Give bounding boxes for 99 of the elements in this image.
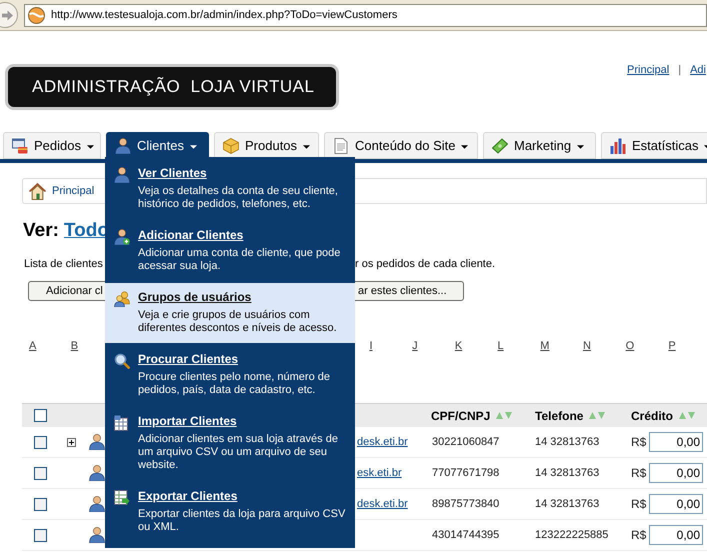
sort-arrows-icon (496, 412, 512, 419)
menu-item[interactable]: Importar Clientes Adicionar clientes em sua loja através de um arquivo CSV ou um arquivo de seu website. (105, 407, 355, 480)
menu-item-title: Exportar Clientes (138, 489, 238, 504)
menu-item-description: Procure clientes pelo nome, número de pedidos, país, data de cadastro, etc. (138, 371, 331, 397)
letter-link[interactable]: I (365, 338, 408, 352)
email-link[interactable]: desk.eti.br (357, 498, 408, 510)
letter-link[interactable]: P (664, 338, 707, 352)
table-cell-text: 43014744395 (432, 528, 500, 543)
checkbox[interactable] (34, 498, 47, 510)
nav-tab[interactable]: Pedidos (3, 132, 101, 159)
column-header: Crédito (631, 408, 673, 424)
letter-link[interactable]: J (408, 338, 451, 352)
nav-tab[interactable]: Conteúdo do Site (324, 132, 478, 159)
table-cell-text: 14 32813763 (535, 434, 600, 450)
header-link[interactable]: Principal (627, 62, 670, 78)
menu-item[interactable]: Ver Clientes Veja os detalhes da conta de seu cliente, histórico de pedidos, telefones, etc. (105, 159, 355, 219)
menu-item[interactable]: Grupos de usuários Veja e crie grupos de usuários com diferentes descontos e níveis de acesso. (105, 283, 355, 343)
currency-label: R$ (631, 527, 648, 544)
intro-text: r os pedidos de cada cliente. (355, 256, 496, 272)
caret-icon (577, 144, 584, 148)
table-cell-text: 14 32813763 (535, 466, 600, 481)
expand-icon[interactable] (67, 438, 76, 446)
menu-item-description: Exportar clientes da loja para arquivo CSV ou XML. (138, 508, 346, 534)
user-icon (115, 138, 131, 154)
breadcrumb-link[interactable]: Principal (52, 182, 94, 200)
currency-label: R$ (631, 465, 648, 482)
spreadsheet-icon (114, 490, 130, 506)
search-icon (114, 353, 130, 369)
email-link[interactable]: esk.eti.br (357, 466, 402, 479)
letter-link[interactable]: M (536, 338, 579, 352)
menu-item-title: Ver Clientes (138, 166, 208, 181)
table-cell-text: 30221060847 (432, 434, 500, 450)
user-add-icon (114, 229, 130, 245)
menu-item[interactable]: Adicionar Clientes Adicionar uma conta de cliente, que pode acessar sua loja. (105, 221, 355, 281)
credit-field[interactable]: 0,00 (649, 432, 703, 452)
table-cell-text: 89875773840 (432, 496, 500, 512)
banknote-icon (492, 138, 508, 154)
menu-item-description: Veja os detalhes da conta de seu cliente, histórico de pedidos, telefones, etc. (138, 185, 339, 211)
user-icon (89, 434, 105, 450)
table-cell-text: 123222225885 (535, 528, 610, 543)
nav-tab[interactable]: Estatísticas (601, 132, 707, 159)
separator: | (678, 63, 682, 78)
checkbox[interactable] (34, 409, 47, 422)
menu-item[interactable]: Exportar Clientes Exportar clientes da loja para arquivo CSV ou XML. (105, 482, 355, 542)
table-cell-text: 14 32813763 (535, 496, 600, 512)
url-text: http://www.testesualoja.com.br/admin/index.php?ToDo=viewCustomers (51, 8, 398, 23)
letter-link[interactable]: N (578, 338, 622, 352)
credit-field[interactable]: 0,00 (649, 494, 703, 514)
checkbox[interactable] (34, 436, 47, 448)
credit-field[interactable]: 0,00 (649, 525, 703, 545)
forward-arrow-icon (2, 10, 13, 20)
table-icon (114, 415, 130, 431)
menu-item-title: Procurar Clientes (138, 352, 240, 367)
letter-link[interactable]: O (622, 338, 664, 352)
header-link[interactable]: Adi (690, 62, 706, 78)
caret-icon (86, 144, 94, 148)
letter-link[interactable]: L (494, 338, 536, 352)
menu-item-title: Importar Clientes (138, 414, 238, 429)
email-link[interactable]: desk.eti.br (357, 436, 408, 448)
caret-icon (190, 144, 197, 148)
nav-tab[interactable]: Marketing (483, 132, 596, 159)
home-icon (29, 182, 46, 200)
checkbox[interactable] (34, 528, 47, 542)
letter-link[interactable]: B (64, 338, 106, 352)
menu-item-title: Adicionar Clientes (138, 228, 244, 243)
letter-link[interactable]: A (22, 338, 64, 352)
logo: ADMINISTRAÇÃO LOJA VIRTUAL (5, 64, 339, 110)
letter-link[interactable]: K (450, 338, 494, 352)
sort-arrows-icon (679, 412, 695, 419)
user-icon (89, 496, 105, 512)
caret-icon (461, 144, 468, 148)
sort-arrows-icon (589, 412, 606, 419)
user-icon (114, 167, 130, 183)
user-group-icon (114, 291, 130, 307)
globe-icon (28, 6, 45, 24)
menu-item-description: Adicionar clientes em sua loja através de um arquivo CSV ou um arquivo de seu website. (138, 433, 339, 472)
caret-icon (303, 144, 310, 148)
intro-text: Lista de clientes (24, 258, 103, 270)
currency-label: R$ (631, 434, 648, 451)
page-heading: Ver: (23, 219, 59, 243)
menu-item[interactable]: Procurar Clientes Procure clientes pelo nome, número de pedidos, país, data de cadastro, etc. (105, 345, 355, 405)
window-card-icon (12, 138, 28, 154)
nav-tab[interactable]: Produtos (214, 132, 319, 159)
address-field[interactable]: http://www.testesualoja.com.br/admin/index.php?ToDo=viewCustomers (24, 4, 707, 26)
table-cell-text: 77077671798 (432, 466, 500, 481)
credit-field[interactable]: 0,00 (649, 463, 703, 483)
currency-label: R$ (631, 496, 648, 513)
checkbox[interactable] (34, 466, 47, 480)
bar-chart-icon (610, 138, 626, 154)
document-icon (333, 138, 349, 154)
column-header: Telefone (535, 408, 584, 424)
column-header: CPF/CNPJ (431, 408, 490, 424)
nav-tab[interactable]: Clientes (106, 132, 209, 159)
box-icon (223, 138, 239, 154)
menu-item-description: Adicionar uma conta de cliente, que pode acessar sua loja. (138, 247, 342, 273)
user-icon (89, 465, 105, 481)
menu-item-title: Grupos de usuários (138, 290, 252, 305)
menu-item-description: Veja e crie grupos de usuários com diferentes descontos e níveis de acesso. (138, 309, 338, 335)
user-icon (89, 527, 105, 543)
